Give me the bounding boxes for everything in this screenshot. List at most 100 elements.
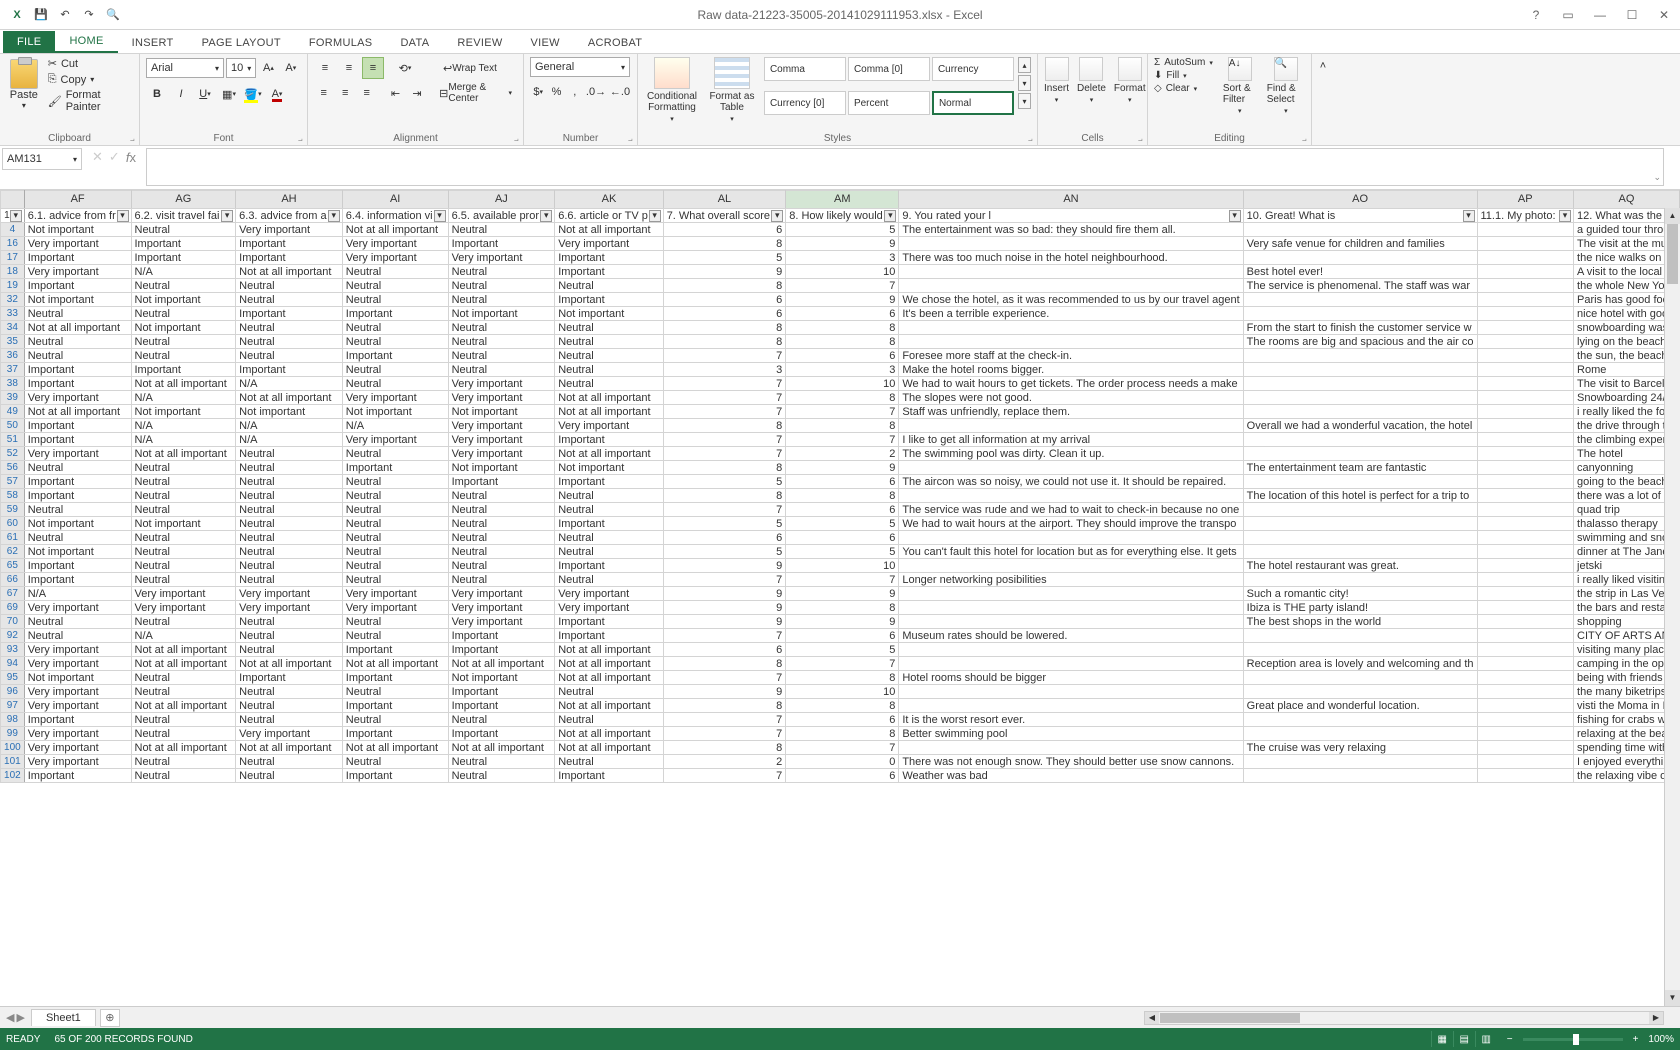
cell[interactable]: The service is phenomenal. The staff was… [1243,279,1477,293]
cell[interactable] [1477,461,1574,475]
row-number[interactable]: 69 [1,601,25,615]
sheet-nav-next-icon[interactable]: ▶ [16,1011,24,1024]
cell[interactable]: Neutral [131,531,236,545]
row-number[interactable]: 50 [1,419,25,433]
cell[interactable] [1477,419,1574,433]
cell[interactable] [1477,405,1574,419]
row-number[interactable]: 93 [1,643,25,657]
cell[interactable]: Better swimming pool [899,727,1243,741]
cell[interactable] [1477,363,1574,377]
cell[interactable] [1243,391,1477,405]
cell[interactable]: 5 [663,475,786,489]
cell[interactable]: Not important [24,545,131,559]
cell[interactable]: Important [555,475,663,489]
column-header[interactable]: AI [342,191,448,209]
cell[interactable]: Neutral [131,615,236,629]
cell[interactable]: The entertainment team are fantastic [1243,461,1477,475]
row-number[interactable]: 67 [1,587,25,601]
cell[interactable]: Neutral [236,545,343,559]
cell[interactable]: Important [448,643,555,657]
align-left-icon[interactable]: ≡ [314,82,333,104]
cell[interactable]: Longer networking posibilities [899,573,1243,587]
cell[interactable]: Neutral [131,559,236,573]
row-number[interactable]: 98 [1,713,25,727]
increase-decimal-icon[interactable]: .0→ [585,81,607,103]
cell[interactable]: Neutral [555,279,663,293]
cell[interactable]: Important [342,307,448,321]
cell[interactable]: Important [342,461,448,475]
cell[interactable] [1477,559,1574,573]
filter-header[interactable]: 6.5. available pror [448,209,555,223]
cell[interactable]: Neutral [236,517,343,531]
sort-filter-button[interactable]: A↓Sort & Filter▾ [1223,57,1257,115]
font-color-button[interactable]: A▾ [266,83,288,105]
cell[interactable]: Important [448,237,555,251]
cell[interactable]: 6 [663,307,786,321]
cell[interactable]: Very important [24,265,131,279]
cell[interactable]: Neutral [131,769,236,783]
cell[interactable]: 8 [786,419,899,433]
enter-formula-icon[interactable]: ✓ [109,149,120,165]
cell[interactable]: Very important [24,699,131,713]
cell[interactable]: Important [448,475,555,489]
increase-font-icon[interactable]: A▴ [258,57,278,79]
cell[interactable]: 7 [663,433,786,447]
tab-insert[interactable]: INSERT [118,33,188,53]
cell[interactable]: Important [131,237,236,251]
cell[interactable]: 7 [663,377,786,391]
cell[interactable]: 7 [663,713,786,727]
cell[interactable] [899,265,1243,279]
sheet-tab-sheet1[interactable]: Sheet1 [31,1009,96,1026]
cell[interactable] [899,237,1243,251]
row-number[interactable]: 92 [1,629,25,643]
cell[interactable]: Important [555,769,663,783]
cell[interactable]: Very important [131,587,236,601]
tab-acrobat[interactable]: ACROBAT [574,33,656,53]
cell[interactable]: Important [448,629,555,643]
cell[interactable]: Neutral [236,461,343,475]
cell[interactable]: Important [24,433,131,447]
cell[interactable]: Neutral [236,447,343,461]
cell[interactable]: I like to get all information at my arri… [899,433,1243,447]
cell[interactable] [1243,629,1477,643]
cell[interactable]: Important [555,517,663,531]
cell[interactable] [1243,349,1477,363]
cell[interactable]: Not at all important [131,377,236,391]
cell[interactable]: Very important [24,657,131,671]
cell[interactable]: 5 [663,517,786,531]
cell[interactable] [1477,489,1574,503]
cell[interactable]: Very important [342,433,448,447]
zoom-slider[interactable] [1523,1038,1623,1041]
cell[interactable]: Very important [448,377,555,391]
cell[interactable]: Neutral [342,475,448,489]
cell[interactable]: Not important [24,671,131,685]
cell[interactable]: Not at all important [342,657,448,671]
cell[interactable]: Very important [448,587,555,601]
cell[interactable]: Neutral [555,573,663,587]
cell[interactable]: Very important [555,237,663,251]
cell[interactable]: We chose the hotel, as it was recommende… [899,293,1243,307]
row-number[interactable]: 95 [1,671,25,685]
vertical-scrollbar[interactable] [1664,208,1680,1006]
cell[interactable] [1243,503,1477,517]
cell[interactable]: Not important [131,293,236,307]
cell[interactable]: N/A [131,419,236,433]
ribbon-display-icon[interactable]: ▭ [1556,3,1580,27]
cell[interactable]: The location of this hotel is perfect fo… [1243,489,1477,503]
cell[interactable]: 9 [663,587,786,601]
cell[interactable]: Neutral [236,349,343,363]
conditional-formatting-button[interactable]: Conditional Formatting▾ [644,57,700,123]
cell[interactable]: Important [555,559,663,573]
cell[interactable] [899,657,1243,671]
column-header[interactable]: AK [555,191,663,209]
cell[interactable]: Reception area is lovely and welcoming a… [1243,657,1477,671]
cell[interactable]: 7 [786,741,899,755]
cell[interactable]: Neutral [342,531,448,545]
cell[interactable]: Important [555,265,663,279]
cell[interactable]: 7 [663,349,786,363]
cell[interactable] [1477,517,1574,531]
tab-data[interactable]: DATA [386,33,443,53]
cell[interactable]: Neutral [236,293,343,307]
cell[interactable]: N/A [236,433,343,447]
cell[interactable] [899,461,1243,475]
